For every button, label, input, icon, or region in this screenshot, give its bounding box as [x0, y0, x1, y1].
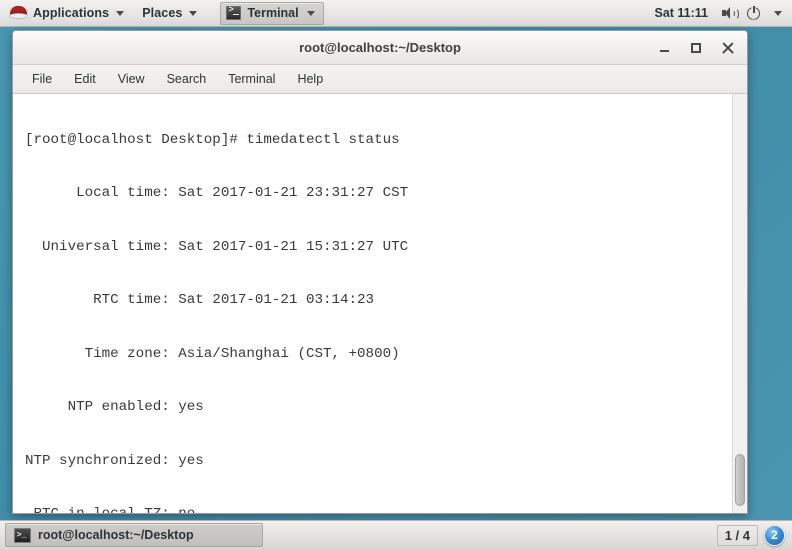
terminal-scrollbar[interactable] — [732, 94, 747, 513]
minimize-button[interactable] — [649, 35, 679, 61]
window-titlebar[interactable]: root@localhost:~/Desktop — [13, 31, 747, 65]
terminal-icon — [226, 5, 242, 20]
maximize-button[interactable] — [681, 35, 711, 61]
menu-help[interactable]: Help — [286, 68, 334, 90]
chevron-down-icon — [306, 10, 315, 16]
applications-menu-label: Applications — [33, 6, 110, 20]
bottom-panel: root@localhost:~/Desktop 1 / 4 2 — [0, 520, 792, 549]
close-button[interactable] — [713, 35, 743, 61]
menubar: File Edit View Search Terminal Help — [13, 65, 747, 94]
terminal-icon — [14, 527, 31, 543]
taskbar-item-terminal[interactable]: root@localhost:~/Desktop — [5, 523, 263, 547]
terminal-line: Universal time: Sat 2017-01-21 15:31:27 … — [25, 238, 409, 255]
redhat-logo-icon — [9, 5, 28, 21]
panel-window-item-terminal[interactable]: Terminal — [220, 1, 324, 25]
terminal-output[interactable]: [root@localhost Desktop]# timedatectl st… — [13, 94, 732, 513]
terminal-scrollbar-thumb[interactable] — [735, 454, 745, 506]
workspace-switcher-area: 1 / 4 2 — [716, 524, 792, 546]
menu-edit[interactable]: Edit — [63, 68, 107, 90]
speaker-icon[interactable] — [721, 6, 739, 20]
desktop: Applications Places Terminal Sat 11:11 — [0, 0, 792, 549]
places-menu[interactable]: Places — [133, 0, 206, 27]
top-panel: Applications Places Terminal Sat 11:11 — [0, 0, 792, 27]
terminal-line: RTC in local TZ: no — [25, 506, 732, 513]
taskbar-item-label: root@localhost:~/Desktop — [38, 528, 194, 542]
terminal-line: NTP synchronized: yes — [25, 452, 204, 469]
terminal-line: Local time: Sat 2017-01-21 23:31:27 CST — [25, 185, 409, 202]
chevron-down-icon — [116, 10, 125, 16]
places-menu-label: Places — [142, 6, 183, 20]
applications-menu[interactable]: Applications — [0, 0, 133, 27]
maximize-icon — [691, 42, 701, 53]
window-title: root@localhost:~/Desktop — [299, 40, 461, 55]
terminal-line: RTC time: Sat 2017-01-21 03:14:23 — [25, 292, 375, 309]
chevron-down-icon[interactable] — [774, 10, 782, 16]
menu-search[interactable]: Search — [156, 68, 218, 90]
chevron-down-icon — [189, 10, 198, 16]
menu-terminal[interactable]: Terminal — [217, 68, 286, 90]
power-icon[interactable] — [747, 5, 762, 21]
clock[interactable]: Sat 11:11 — [651, 6, 711, 20]
panel-window-item-label: Terminal — [247, 6, 299, 20]
terminal-window: root@localhost:~/Desktop File Edit View … — [12, 30, 748, 514]
terminal-line: Time zone: Asia/Shanghai (CST, +0800) — [25, 345, 400, 362]
close-icon — [722, 42, 734, 54]
notification-badge[interactable]: 2 — [764, 524, 785, 546]
workspace-counter[interactable]: 1 / 4 — [716, 524, 758, 546]
terminal-line: [root@localhost Desktop]# timedatectl st… — [25, 131, 400, 148]
terminal-body[interactable]: [root@localhost Desktop]# timedatectl st… — [13, 94, 747, 513]
minimize-icon — [659, 50, 669, 52]
window-controls — [649, 31, 743, 64]
menu-file[interactable]: File — [21, 68, 63, 90]
terminal-line: NTP enabled: yes — [25, 399, 204, 416]
panel-status-area: Sat 11:11 — [651, 0, 792, 27]
menu-view[interactable]: View — [107, 68, 156, 90]
